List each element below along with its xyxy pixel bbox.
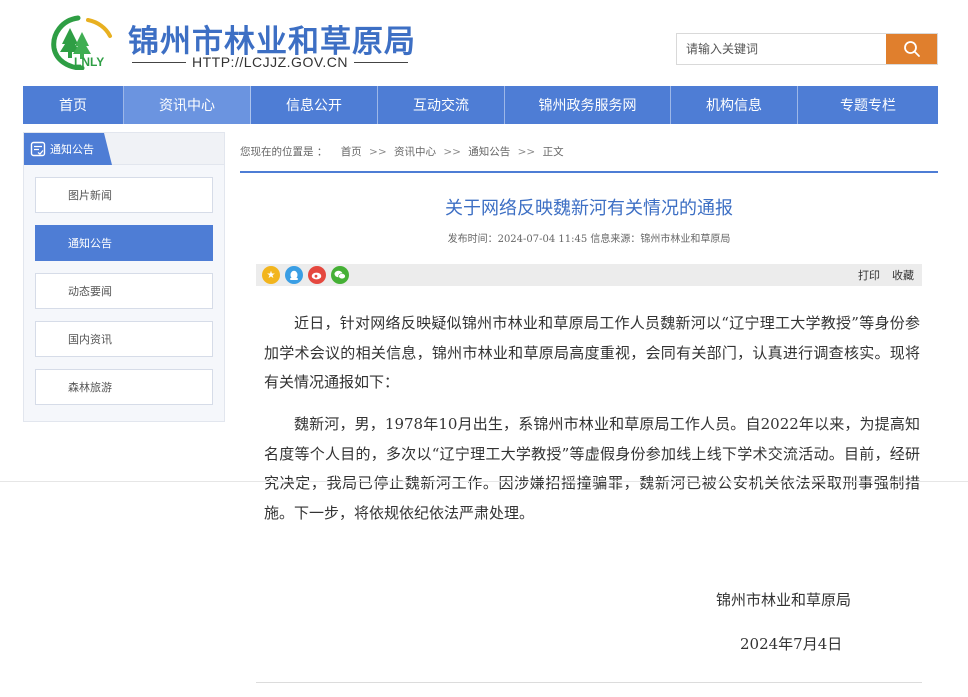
sidebar-item-domestic-news[interactable]: 国内资讯 — [35, 321, 213, 357]
site-url: HTTP://LCJJZ.GOV.CN — [132, 53, 408, 71]
search-input[interactable] — [677, 34, 887, 64]
nav-item-gov-services[interactable]: 锦州政务服务网 — [505, 86, 671, 124]
sidebar-item-news-highlights[interactable]: 动态要闻 — [35, 273, 213, 309]
nav-item-info-disclosure[interactable]: 信息公开 — [251, 86, 378, 124]
share-actions: 打印 收藏 — [858, 267, 914, 283]
nav-item-home[interactable]: 首页 — [23, 86, 124, 124]
nav-item-news-center[interactable]: 资讯中心 — [124, 86, 251, 124]
sidebar-item-forest-tourism[interactable]: 森林旅游 — [35, 369, 213, 405]
sidebar-heading-tab: 通知公告 — [24, 133, 112, 165]
nav-item-special-topics[interactable]: 专题专栏 — [798, 86, 938, 124]
sidebar-item-photo-news[interactable]: 图片新闻 — [35, 177, 213, 213]
breadcrumb-separator: >> — [365, 146, 391, 158]
weibo-icon[interactable] — [308, 266, 326, 284]
signature-organization: 锦州市林业和草原局 — [716, 589, 851, 610]
site-url-text: HTTP://LCJJZ.GOV.CN — [186, 54, 354, 70]
breadcrumb-notices[interactable]: 通知公告 — [468, 146, 510, 158]
share-icons: ★ — [262, 266, 349, 284]
breadcrumb: 您现在的位置是 ： 首页 >> 资讯中心 >> 通知公告 >> 正文 — [240, 144, 564, 159]
sidebar-header: 通知公告 — [24, 133, 224, 165]
wechat-icon[interactable] — [331, 266, 349, 284]
nav-item-organization[interactable]: 机构信息 — [671, 86, 798, 124]
site-header: LNLY 锦州市林业和草原局 HTTP://LCJJZ.GOV.CN — [0, 0, 968, 86]
search-icon — [903, 40, 921, 58]
qzone-icon[interactable]: ★ — [262, 266, 280, 284]
main-nav: 首页 资讯中心 信息公开 互动交流 锦州政务服务网 机构信息 专题专栏 — [23, 86, 938, 124]
article-paragraph: 魏新河，男，1978年10月出生，系锦州市林业和草原局工作人员。自2022年以来… — [264, 410, 920, 528]
sidebar-item-notices[interactable]: 通知公告 — [35, 225, 213, 261]
sidebar: 通知公告 图片新闻 通知公告 动态要闻 国内资讯 森林旅游 — [23, 132, 225, 422]
breadcrumb-divider — [240, 171, 938, 173]
breadcrumb-separator: >> — [514, 146, 540, 158]
breadcrumb-separator: >> — [439, 146, 465, 158]
breadcrumb-current: 正文 — [543, 146, 564, 158]
search-button[interactable] — [886, 34, 937, 64]
logo-text: LNLY — [74, 55, 104, 69]
nav-item-interaction[interactable]: 互动交流 — [378, 86, 505, 124]
favorite-button[interactable]: 收藏 — [892, 267, 914, 283]
page-fold-line — [0, 481, 968, 482]
article-meta: 发布时间：2024-07-04 11:45 信息来源：锦州市林业和草原局 — [256, 230, 922, 245]
breadcrumb-home[interactable]: 首页 — [331, 146, 362, 158]
signature-date: 2024年7月4日 — [740, 633, 842, 654]
print-button[interactable]: 打印 — [858, 267, 880, 283]
forestry-logo-icon[interactable]: LNLY — [48, 14, 114, 70]
breadcrumb-news-center[interactable]: 资讯中心 — [394, 146, 436, 158]
qq-icon[interactable] — [285, 266, 303, 284]
notice-icon — [30, 141, 46, 157]
sidebar-heading: 通知公告 — [50, 141, 94, 157]
search-box — [676, 33, 938, 65]
article-title: 关于网络反映魏新河有关情况的通报 — [256, 194, 922, 220]
article-paragraph: 近日，针对网络反映疑似锦州市林业和草原局工作人员魏新河以“辽宁理工大学教授”等身… — [264, 309, 920, 398]
share-toolbar: ★ 打印 收藏 — [256, 264, 922, 286]
article-bottom-divider — [256, 682, 922, 683]
breadcrumb-prefix: 您现在的位置是 ： — [240, 146, 327, 158]
